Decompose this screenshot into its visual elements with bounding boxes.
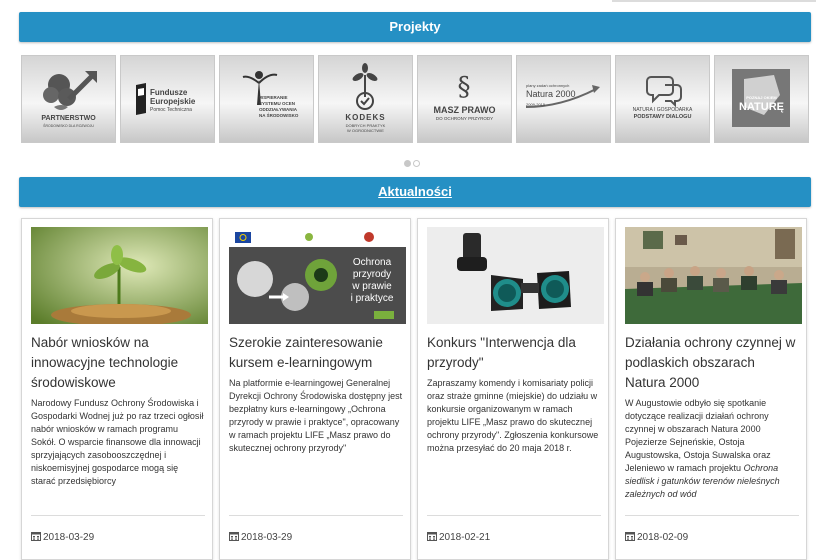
wspieranie-label: WSPIERANIE <box>259 95 288 100</box>
projects-section-header: Projekty <box>19 12 811 42</box>
card-divider <box>31 515 205 516</box>
project-tile-natura-gospodarka[interactable]: NATURA I GOSPODARKA PODSTAWY DIALOGU <box>615 55 710 143</box>
wspieranie-label4: NA ŚRODOWISKO <box>259 113 299 118</box>
elearning-banner-line4: i praktyce <box>350 293 394 304</box>
news-excerpt: W Augustowie odbyło się spotkanie dotycz… <box>625 397 799 501</box>
natura-gospodarka-label2: PODSTAWY DIALOGU <box>633 114 692 120</box>
news-date: 2018-02-09 <box>625 531 688 543</box>
news-excerpt: Zapraszamy komendy i komisariaty policji… <box>427 378 599 453</box>
natura2000-sublabel: 2009-2015 <box>526 102 546 107</box>
news-date-value: 2018-03-29 <box>43 532 95 543</box>
fundusze-label2: Europejskie <box>150 97 196 106</box>
news-card: Konkurs "Interwencja dla przyrody" Zapra… <box>417 218 609 560</box>
wspieranie-label3: ODDZIAŁYWANIA <box>259 107 297 112</box>
news-card: Nabór wniosków na innowacyjne technologi… <box>21 218 213 560</box>
news-date-value: 2018-02-21 <box>439 532 491 543</box>
news-excerpt: Na platformie e-learningowej Generalnej … <box>229 378 403 453</box>
natura2000-label2: Natura 2000 <box>526 89 576 99</box>
elearning-banner-text: Ochrona przyrody w prawie i praktyce <box>339 257 405 305</box>
speech-bubbles-icon <box>646 76 682 108</box>
project-tile-fundusze[interactable]: Fundusze Europejskie Pomoc Techniczna <box>120 55 215 143</box>
calendar-icon <box>229 532 239 541</box>
news-date: 2018-03-29 <box>31 531 94 543</box>
card-divider <box>427 515 601 516</box>
card-divider <box>625 515 799 516</box>
calendar-icon <box>427 532 437 541</box>
card-divider <box>229 515 403 516</box>
news-title[interactable]: Nabór wniosków na innowacyjne technologi… <box>31 333 205 393</box>
news-title[interactable]: Konkurs "Interwencja dla przyrody" <box>427 333 601 373</box>
news-section-header: Aktualności <box>19 177 811 207</box>
binoculars-image <box>427 227 604 324</box>
project-tile-partnerstwo[interactable]: PARTNERSTWO ŚRODOWISKO DLA ROZWOJU <box>21 55 116 143</box>
news-card: Działania ochrony czynnej w podlaskich o… <box>615 218 807 560</box>
svg-text:§: § <box>458 72 471 102</box>
elearning-banner-line3: w prawie <box>352 281 392 292</box>
news-card: Ochrona przyrody w prawie i praktyce Sze… <box>219 218 411 560</box>
paragraph-section-icon: § <box>458 72 471 102</box>
project-tile-kodeks[interactable]: KODEKS DOBRYCH PRAKTYK W OGRODNICTWIE <box>318 55 413 143</box>
carousel-dot-1[interactable] <box>404 160 411 167</box>
project-tile-masz-prawo[interactable]: § MASZ PRAWO DO OCHRONY PRZYRODY <box>417 55 512 143</box>
carousel-pagination <box>404 154 422 172</box>
projects-carousel: PARTNERSTWO ŚRODOWISKO DLA ROZWOJU Fundu… <box>21 55 811 143</box>
news-excerpt: Narodowy Fundusz Ochrony Środowiska i Go… <box>31 398 204 486</box>
news-date: 2018-02-21 <box>427 531 490 543</box>
wspieranie-label2: SYSTEMU OCEN <box>259 101 296 106</box>
seedling-coins-image <box>31 227 208 324</box>
news-thumbnail-binoculars[interactable] <box>427 227 604 324</box>
news-thumbnail-elearning[interactable]: Ochrona przyrody w prawie i praktyce <box>229 227 406 324</box>
news-date: 2018-03-29 <box>229 531 292 543</box>
top-edge-line <box>612 0 816 2</box>
kodeks-sublabel2: W OGRODNICTWIE <box>347 128 384 133</box>
kodeks-label: KODEKS <box>345 113 386 122</box>
news-thumbnail-meeting[interactable] <box>625 227 802 324</box>
natura-label2: NATURĘ <box>738 101 784 113</box>
natura2000-arrow-icon <box>525 85 600 108</box>
calendar-icon <box>31 532 41 541</box>
project-tile-natura2000[interactable]: plany zadań ochronnych Natura 2000 2009-… <box>516 55 611 143</box>
partnerstwo-logo-icon <box>43 71 97 110</box>
masz-prawo-sublabel: DO OCHRONY PRZYRODY <box>435 116 494 121</box>
fundusze-label: Fundusze <box>150 88 188 97</box>
carousel-dot-2[interactable] <box>413 160 420 167</box>
calendar-icon <box>625 532 635 541</box>
natura2000-label: plany zadań ochronnych <box>526 83 570 88</box>
elearning-banner-line2: przyrody <box>352 269 392 280</box>
natura-gospodarka-label: NATURA I GOSPODARKA <box>632 107 693 113</box>
fundusze-sublabel: Pomoc Techniczna <box>150 107 192 113</box>
projects-section-title: Projekty <box>389 19 441 34</box>
natura-label: POZNAJ OKIEM <box>746 95 777 100</box>
news-section-link[interactable]: Aktualności <box>378 184 452 199</box>
news-thumbnail-plant[interactable] <box>31 227 208 324</box>
news-date-value: 2018-02-09 <box>637 532 689 543</box>
partnerstwo-label: PARTNERSTWO <box>41 115 96 122</box>
project-tile-natura[interactable]: POZNAJ OKIEM NATURĘ <box>714 55 809 143</box>
news-date-value: 2018-03-29 <box>241 532 293 543</box>
news-title[interactable]: Działania ochrony czynnej w podlaskich o… <box>625 333 799 393</box>
project-tile-wspieranie[interactable]: WSPIERANIE SYSTEMU OCEN ODDZIAŁYWANIA NA… <box>219 55 314 143</box>
news-title[interactable]: Szerokie zainteresowanie kursem e-learni… <box>229 333 403 373</box>
elearning-banner-line1: Ochrona <box>352 257 392 268</box>
partnerstwo-sublabel: ŚRODOWISKO DLA ROZWOJU <box>43 124 94 128</box>
news-excerpt-text: W Augustowie odbyło się spotkanie dotycz… <box>625 398 771 473</box>
masz-prawo-label: MASZ PRAWO <box>433 105 496 115</box>
meeting-photo-image <box>625 227 802 324</box>
